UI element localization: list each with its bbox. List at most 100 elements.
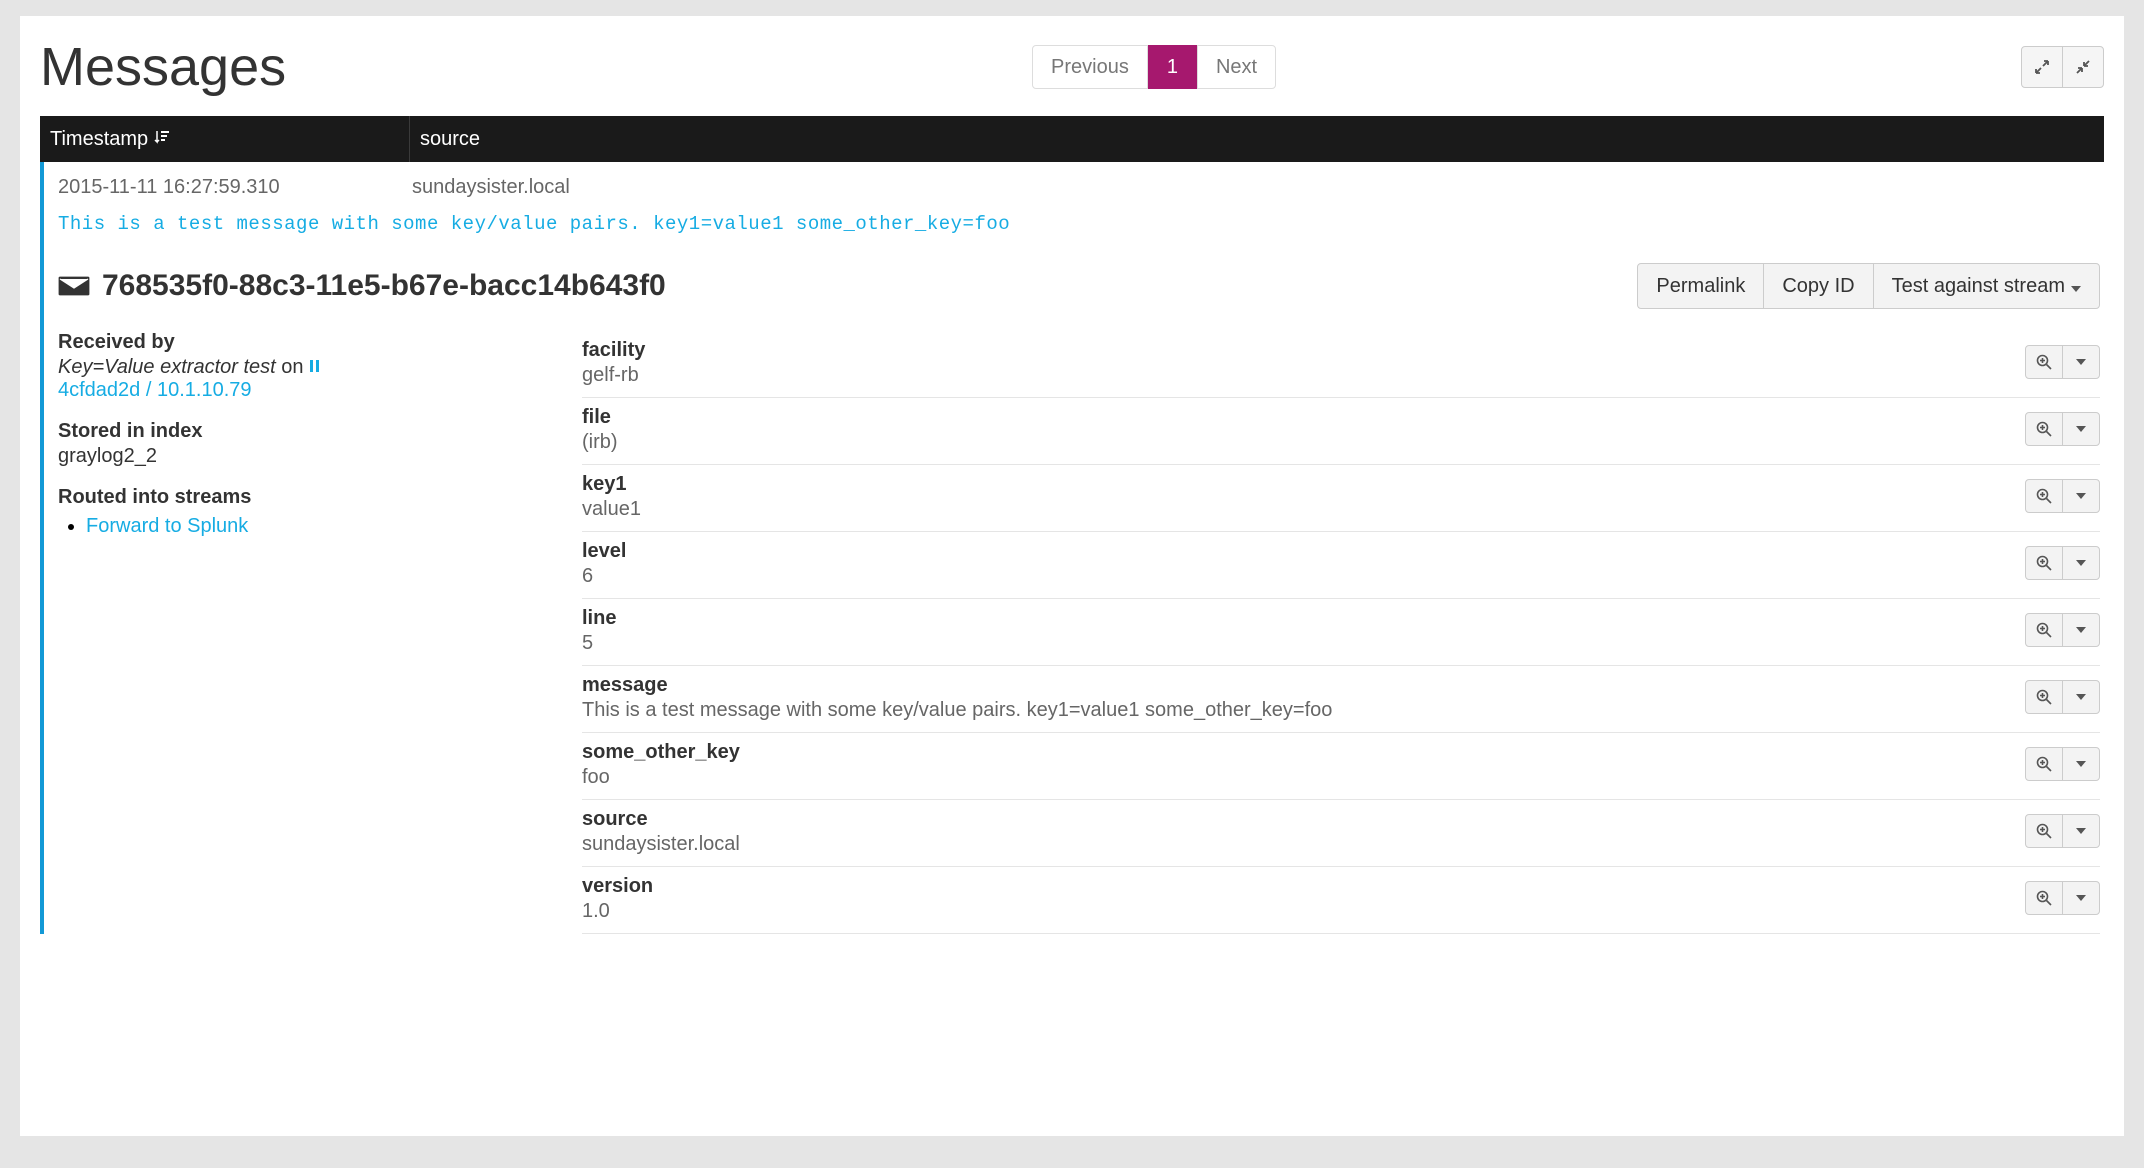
field-value: This is a test message with some key/val…: [582, 699, 2025, 722]
caret-down-icon: [2071, 275, 2081, 298]
field-key: message: [582, 674, 2025, 697]
expand-button[interactable]: [2021, 46, 2063, 88]
zoom-button[interactable]: [2025, 345, 2063, 379]
field-value: value1: [582, 498, 2025, 521]
caret-down-icon: [2076, 761, 2086, 767]
field-key: some_other_key: [582, 741, 2025, 764]
stream-list: Forward to Splunk: [86, 515, 582, 538]
field-key: facility: [582, 339, 2025, 362]
zoom-in-icon: [2036, 555, 2052, 571]
field-row: facilitygelf-rb: [582, 331, 2100, 398]
caret-down-icon: [2076, 359, 2086, 365]
field-actions: [2025, 345, 2100, 379]
zoom-button[interactable]: [2025, 881, 2063, 915]
received-by-block: Received by Key=Value extractor test on …: [58, 331, 582, 402]
field-menu-button[interactable]: [2062, 412, 2100, 446]
zoom-button[interactable]: [2025, 680, 2063, 714]
test-stream-label: Test against stream: [1892, 275, 2065, 298]
zoom-in-icon: [2036, 689, 2052, 705]
received-by-label: Received by: [58, 331, 582, 354]
routed-label: Routed into streams: [58, 486, 582, 509]
page-title: Messages: [40, 36, 286, 98]
page-number-button[interactable]: 1: [1148, 45, 1197, 89]
zoom-button[interactable]: [2025, 412, 2063, 446]
zoom-button[interactable]: [2025, 546, 2063, 580]
field-actions: [2025, 479, 2100, 513]
pagination: Previous 1 Next: [1032, 45, 1276, 89]
field-row: some_other_keyfoo: [582, 733, 2100, 800]
field-value: (irb): [582, 431, 2025, 454]
field-actions: [2025, 412, 2100, 446]
field-key: level: [582, 540, 2025, 563]
stream-link[interactable]: Forward to Splunk: [86, 515, 248, 537]
field-kv: file(irb): [582, 406, 2025, 454]
permalink-button[interactable]: Permalink: [1637, 263, 1764, 309]
field-row: level6: [582, 532, 2100, 599]
header-row: Messages Previous 1 Next: [40, 36, 2104, 98]
pause-icon: [309, 357, 321, 377]
field-key: source: [582, 808, 2025, 831]
zoom-in-icon: [2036, 756, 2052, 772]
zoom-in-icon: [2036, 823, 2052, 839]
field-value: sundaysister.local: [582, 833, 2025, 856]
row-timestamp: 2015-11-11 16:27:59.310: [58, 176, 412, 199]
field-row: line5: [582, 599, 2100, 666]
caret-down-icon: [2076, 627, 2086, 633]
table-header: Timestamp source: [40, 116, 2104, 162]
field-actions: [2025, 747, 2100, 781]
field-value: 1.0: [582, 900, 2025, 923]
field-kv: line5: [582, 607, 2025, 655]
caret-down-icon: [2076, 560, 2086, 566]
field-row: messageThis is a test message with some …: [582, 666, 2100, 733]
prev-button[interactable]: Previous: [1032, 45, 1148, 89]
caret-down-icon: [2076, 694, 2086, 700]
next-button[interactable]: Next: [1197, 45, 1276, 89]
message-id-row: 768535f0-88c3-11e5-b67e-bacc14b643f0: [58, 269, 666, 303]
timestamp-header-label: Timestamp: [50, 128, 148, 151]
column-header-source[interactable]: source: [410, 128, 480, 151]
field-kv: messageThis is a test message with some …: [582, 674, 2025, 722]
field-value: 6: [582, 565, 2025, 588]
collapse-button[interactable]: [2062, 46, 2104, 88]
stored-in-index-block: Stored in index graylog2_2: [58, 420, 582, 468]
node-link[interactable]: 4cfdad2d / 10.1.10.79: [58, 379, 252, 401]
caret-down-icon: [2076, 493, 2086, 499]
field-kv: sourcesundaysister.local: [582, 808, 2025, 856]
field-menu-button[interactable]: [2062, 881, 2100, 915]
field-menu-button[interactable]: [2062, 613, 2100, 647]
zoom-button[interactable]: [2025, 479, 2063, 513]
field-actions: [2025, 881, 2100, 915]
received-on-text: on: [276, 356, 309, 378]
message-summary-row[interactable]: 2015-11-11 16:27:59.310 sundaysister.loc…: [44, 162, 2104, 205]
sort-desc-icon: [154, 129, 170, 150]
caret-down-icon: [2076, 828, 2086, 834]
field-value: gelf-rb: [582, 364, 2025, 387]
column-header-timestamp[interactable]: Timestamp: [40, 116, 410, 162]
extractor-name: Key=Value extractor test: [58, 356, 276, 378]
field-kv: key1value1: [582, 473, 2025, 521]
field-menu-button[interactable]: [2062, 479, 2100, 513]
message-detail-header: 768535f0-88c3-11e5-b67e-bacc14b643f0 Per…: [44, 249, 2104, 331]
field-key: file: [582, 406, 2025, 429]
received-by-body: Key=Value extractor test on 4cfdad2d / 1…: [58, 356, 582, 402]
field-key: line: [582, 607, 2025, 630]
view-toggle-group: [2022, 46, 2104, 88]
copy-id-button[interactable]: Copy ID: [1763, 263, 1873, 309]
zoom-in-icon: [2036, 354, 2052, 370]
field-actions: [2025, 613, 2100, 647]
field-key: version: [582, 875, 2025, 898]
field-menu-button[interactable]: [2062, 345, 2100, 379]
test-stream-button[interactable]: Test against stream: [1873, 263, 2100, 309]
message-row-expanded: 2015-11-11 16:27:59.310 sundaysister.loc…: [40, 162, 2104, 934]
stored-index-value: graylog2_2: [58, 445, 582, 468]
zoom-button[interactable]: [2025, 747, 2063, 781]
field-menu-button[interactable]: [2062, 814, 2100, 848]
field-menu-button[interactable]: [2062, 546, 2100, 580]
field-menu-button[interactable]: [2062, 680, 2100, 714]
zoom-button[interactable]: [2025, 814, 2063, 848]
fields-column: facilitygelf-rb file(irb) key1value1 level6…: [582, 331, 2104, 934]
field-menu-button[interactable]: [2062, 747, 2100, 781]
message-preview: This is a test message with some key/val…: [44, 205, 2104, 249]
zoom-button[interactable]: [2025, 613, 2063, 647]
row-source: sundaysister.local: [412, 176, 570, 199]
